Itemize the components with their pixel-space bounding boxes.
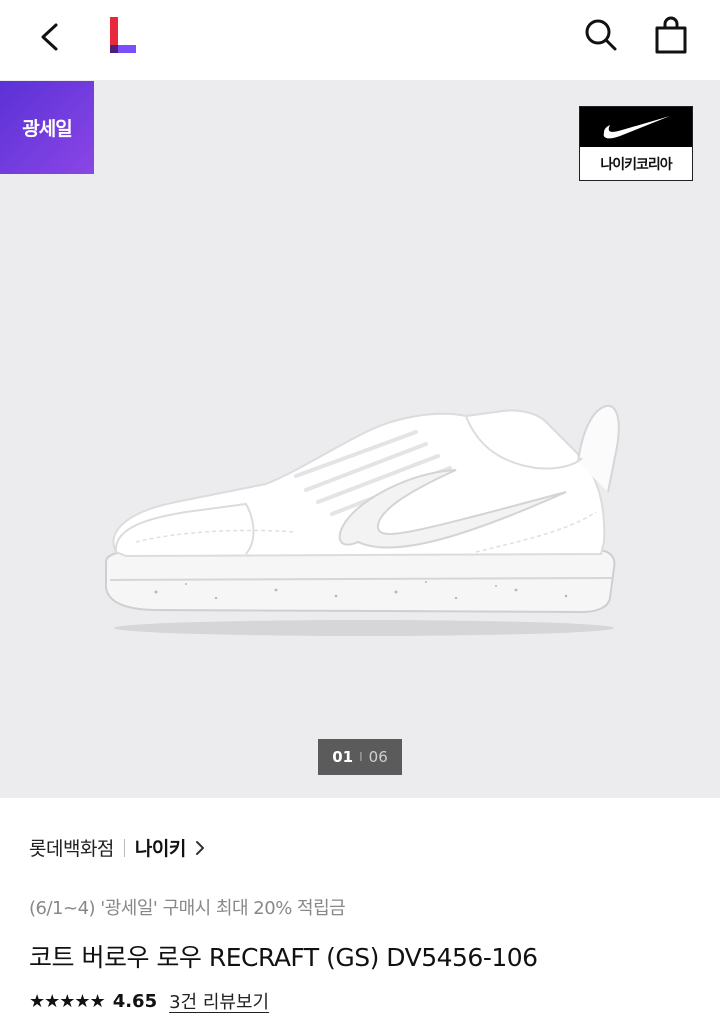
- search-icon: [585, 19, 617, 51]
- lotte-logo[interactable]: [98, 12, 144, 58]
- product-title: 코트 버로우 로우 RECRAFT (GS) DV5456-106: [29, 943, 538, 972]
- star-rating-icon: ★★★★★: [29, 990, 106, 1012]
- pager-total: 06: [368, 748, 388, 766]
- product-image-gallery[interactable]: 광세일 나이키코리아 01 I 06: [0, 80, 720, 798]
- reviews-link[interactable]: 3건 리뷰보기: [169, 988, 269, 1014]
- sneaker-product-image: [105, 404, 620, 636]
- back-button[interactable]: [26, 14, 72, 60]
- brand-logo[interactable]: 나이키코리아: [579, 106, 693, 181]
- store-name: 롯데백화점: [29, 838, 114, 860]
- pager-current: 01: [332, 748, 354, 766]
- sale-badge: 광세일: [0, 81, 94, 174]
- search-button[interactable]: [578, 12, 624, 58]
- rating-value: 4.65: [112, 990, 158, 1012]
- image-pager: 01 I 06: [318, 739, 402, 775]
- seller-row: 롯데백화점 나이키: [29, 834, 206, 861]
- nike-swoosh-icon: [603, 116, 670, 139]
- lotte-L-logo-icon: [110, 17, 136, 53]
- chevron-left-icon: [41, 23, 58, 51]
- divider: [123, 838, 125, 857]
- chevron-right-icon[interactable]: [194, 839, 206, 857]
- rating-row: ★★★★★ 4.65 3건 리뷰보기: [29, 988, 269, 1014]
- brand-logo-text: 나이키코리아: [600, 156, 672, 173]
- promo-text: (6/1~4) '광세일' 구매시 최대 20% 적립금: [29, 898, 346, 919]
- product-info: 롯데백화점 나이키 (6/1~4) '광세일' 구매시 최대 20% 적립금 코…: [0, 798, 720, 1024]
- shopping-bag-button[interactable]: [648, 12, 694, 58]
- top-navigation-bar: [0, 0, 720, 80]
- nike-swoosh-logo: [580, 107, 692, 147]
- shopping-bag-icon: [655, 16, 687, 54]
- brand-link[interactable]: 나이키: [135, 834, 186, 861]
- pager-separator: I: [359, 750, 363, 764]
